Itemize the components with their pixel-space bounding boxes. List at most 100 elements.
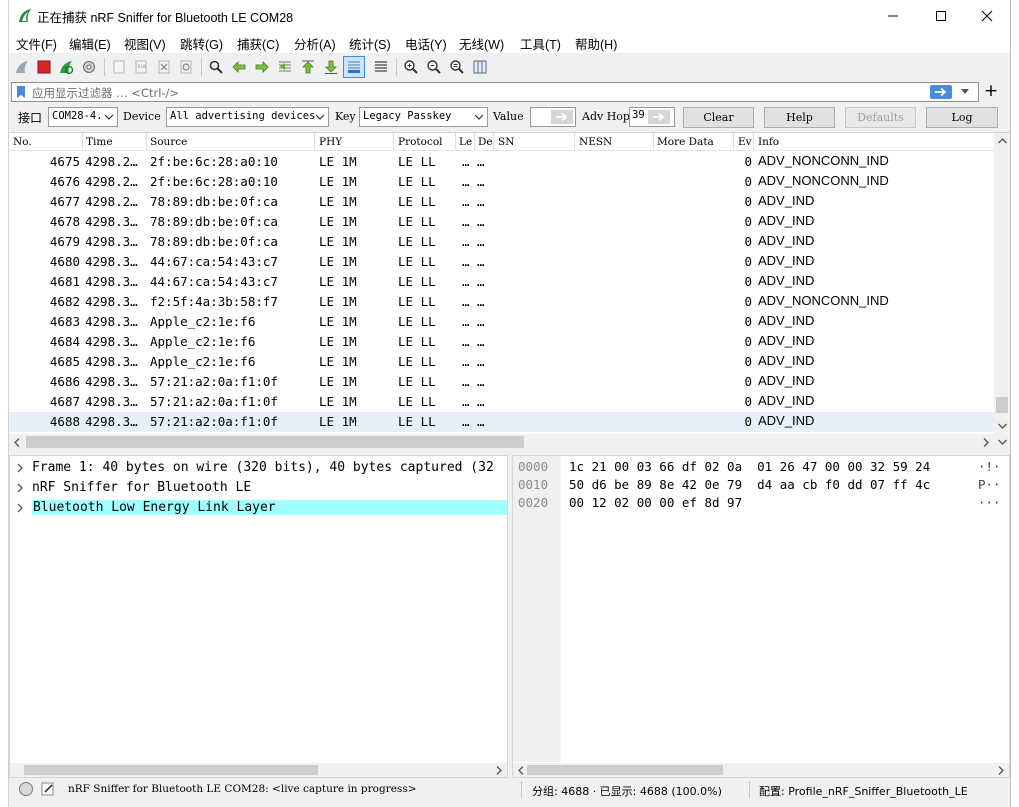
- column-header-time[interactable]: Time: [86, 136, 113, 148]
- scroll-up-button[interactable]: [994, 133, 1010, 149]
- scroll-down-button[interactable]: [994, 418, 1010, 434]
- column-header-length[interactable]: Le: [459, 136, 472, 148]
- menu-analyze[interactable]: 分析(A): [294, 34, 336, 53]
- go-back-button[interactable]: [229, 57, 249, 77]
- bytes-row[interactable]: 0020 00 12 02 00 00 ef 8d 97 ···: [513, 494, 1009, 512]
- colorize-button[interactable]: [371, 57, 391, 77]
- packet-list-vertical-scrollbar[interactable]: [994, 133, 1010, 434]
- column-header-event[interactable]: Ev: [738, 136, 752, 148]
- apply-value-button[interactable]: [551, 110, 573, 124]
- go-to-packet-button[interactable]: [275, 57, 295, 77]
- details-horizontal-scrollbar[interactable]: [10, 763, 507, 777]
- column-header-no[interactable]: No.: [13, 136, 32, 148]
- chevron-right-icon[interactable]: [15, 462, 25, 474]
- column-header-more-data[interactable]: More Data: [657, 136, 714, 148]
- scroll-right-button[interactable]: [491, 762, 507, 778]
- bytes-row[interactable]: 0010 50 d6 be 89 8e 42 0e 79 d4 aa cb f0…: [513, 476, 1009, 494]
- find-packet-button[interactable]: [206, 57, 226, 77]
- device-select[interactable]: All advertising devices: [166, 107, 329, 127]
- value-input[interactable]: [530, 107, 576, 127]
- byte-hex[interactable]: 00 12 02 00 00 ef 8d 97: [569, 495, 742, 510]
- chevron-right-icon[interactable]: [15, 502, 25, 514]
- profile-text[interactable]: 配置: Profile_nRF_Sniffer_Bluetooth_LE: [759, 783, 968, 799]
- scrollbar-thumb[interactable]: [24, 765, 318, 775]
- zoom-in-button[interactable]: [401, 57, 421, 77]
- bytes-horizontal-scrollbar[interactable]: [513, 763, 1009, 777]
- first-packet-button[interactable]: [298, 57, 318, 77]
- clear-button[interactable]: Clear: [683, 107, 754, 128]
- capture-options-button[interactable]: [79, 57, 99, 77]
- zoom-out-button[interactable]: [424, 57, 444, 77]
- byte-ascii[interactable]: ·!·: [978, 459, 1001, 474]
- byte-hex[interactable]: 50 d6 be 89 8e 42 0e 79 d4 aa cb f0 dd 0…: [569, 477, 930, 492]
- byte-ascii[interactable]: ···: [978, 495, 1001, 510]
- packet-row[interactable]: 4684 4298.3… Apple_c2:1e:f6 LE 1M LE LL … … 0 AD…: [9, 332, 994, 352]
- expert-info-button[interactable]: [18, 781, 34, 797]
- reload-file-button[interactable]: [176, 57, 196, 77]
- scroll-left-button[interactable]: [9, 434, 25, 450]
- packet-row[interactable]: 4687 4298.3… 57:21:a2:0a:f1:0f LE 1M LE LL … ……: [9, 392, 994, 412]
- column-header-delta[interactable]: De: [478, 136, 493, 148]
- packet-row[interactable]: 4681 4298.3… 44:67:ca:54:43:c7 LE 1M LE LL … ……: [9, 272, 994, 292]
- last-packet-button[interactable]: [321, 57, 341, 77]
- defaults-button[interactable]: Defaults: [845, 107, 916, 128]
- display-filter-input[interactable]: 应用显示过滤器 … <Ctrl-/>: [11, 82, 979, 102]
- menu-edit[interactable]: 编辑(E): [69, 34, 111, 53]
- column-header-info[interactable]: Info: [758, 136, 779, 148]
- column-header-sn[interactable]: SN: [498, 136, 514, 148]
- add-filter-button[interactable]: +: [982, 82, 1000, 100]
- scrollbar-thumb[interactable]: [26, 436, 524, 448]
- column-header-source[interactable]: Source: [150, 136, 187, 148]
- save-file-button[interactable]: 010: [131, 57, 151, 77]
- packet-row[interactable]: 4676 4298.2… 2f:be:6c:28:a0:10 LE 1M LE LL … ……: [9, 172, 994, 192]
- adv-hop-input[interactable]: 39: [629, 107, 675, 127]
- autoscroll-button[interactable]: [343, 56, 365, 78]
- close-button[interactable]: [964, 0, 1010, 31]
- resize-columns-button[interactable]: [470, 57, 490, 77]
- tree-item-frame[interactable]: Frame 1: 40 bytes on wire (320 bits), 40…: [10, 458, 507, 478]
- menu-tools[interactable]: 工具(T): [520, 34, 561, 53]
- packet-row[interactable]: 4678 4298.3… 78:89:db:be:0f:ca LE 1M LE LL … ……: [9, 212, 994, 232]
- menu-telephony[interactable]: 电话(Y): [405, 34, 447, 53]
- scroll-right-button[interactable]: [978, 434, 994, 450]
- packet-row[interactable]: 4675 4298.2… 2f:be:6c:28:a0:10 LE 1M LE LL … ……: [9, 152, 994, 172]
- column-header-protocol[interactable]: Protocol: [398, 136, 443, 148]
- restart-capture-button[interactable]: [56, 57, 76, 77]
- go-forward-button[interactable]: [252, 57, 272, 77]
- column-header-nesn[interactable]: NESN: [579, 136, 612, 148]
- packet-row[interactable]: 4688 4298.3… 57:21:a2:0a:f1:0f LE 1M LE LL … ……: [9, 412, 994, 432]
- scrollbar-thumb[interactable]: [527, 765, 723, 775]
- recent-filters-dropdown[interactable]: [958, 85, 972, 99]
- packet-row[interactable]: 4677 4298.2… 78:89:db:be:0f:ca LE 1M LE LL … ……: [9, 192, 994, 212]
- menu-view[interactable]: 视图(V): [124, 34, 166, 53]
- start-capture-button[interactable]: [12, 57, 32, 77]
- packet-row[interactable]: 4686 4298.3… 57:21:a2:0a:f1:0f LE 1M LE LL … ……: [9, 372, 994, 392]
- column-header-phy[interactable]: PHY: [319, 136, 342, 148]
- packet-row[interactable]: 4683 4298.3… Apple_c2:1e:f6 LE 1M LE LL … … 0 AD…: [9, 312, 994, 332]
- interface-select[interactable]: COM28-4.: [48, 107, 118, 127]
- minimize-button[interactable]: [870, 0, 916, 31]
- stop-capture-button[interactable]: [34, 57, 54, 77]
- close-file-button[interactable]: [154, 57, 174, 77]
- scroll-right-button[interactable]: [993, 762, 1009, 778]
- tree-item-nrf-sniffer[interactable]: nRF Sniffer for Bluetooth LE: [10, 478, 507, 498]
- apply-adv-hop-button[interactable]: [648, 110, 670, 124]
- zoom-reset-button[interactable]: [447, 57, 467, 77]
- menu-wireless[interactable]: 无线(W): [459, 34, 504, 53]
- menu-file[interactable]: 文件(F): [16, 34, 57, 53]
- open-file-button[interactable]: [109, 57, 129, 77]
- packet-row[interactable]: 4680 4298.3… 44:67:ca:54:43:c7 LE 1M LE LL … ……: [9, 252, 994, 272]
- packet-row[interactable]: 4685 4298.3… Apple_c2:1e:f6 LE 1M LE LL … … 0 AD…: [9, 352, 994, 372]
- help-button[interactable]: Help: [764, 107, 835, 128]
- maximize-button[interactable]: [918, 0, 964, 31]
- packet-list-horizontal-scrollbar[interactable]: [9, 434, 1010, 450]
- byte-hex[interactable]: 1c 21 00 03 66 df 02 0a 01 26 47 00 00 3…: [569, 459, 930, 474]
- menu-go[interactable]: 跳转(G): [180, 34, 223, 53]
- log-button[interactable]: Log: [926, 107, 998, 128]
- menu-statistics[interactable]: 统计(S): [349, 34, 391, 53]
- menu-capture[interactable]: 捕获(C): [237, 34, 279, 53]
- scrollbar-thumb[interactable]: [996, 397, 1008, 413]
- packet-row[interactable]: 4679 4298.3… 78:89:db:be:0f:ca LE 1M LE LL … ……: [9, 232, 994, 252]
- bytes-row[interactable]: 0000 1c 21 00 03 66 df 02 0a 01 26 47 00…: [513, 458, 1009, 476]
- byte-ascii[interactable]: P··: [978, 477, 1001, 492]
